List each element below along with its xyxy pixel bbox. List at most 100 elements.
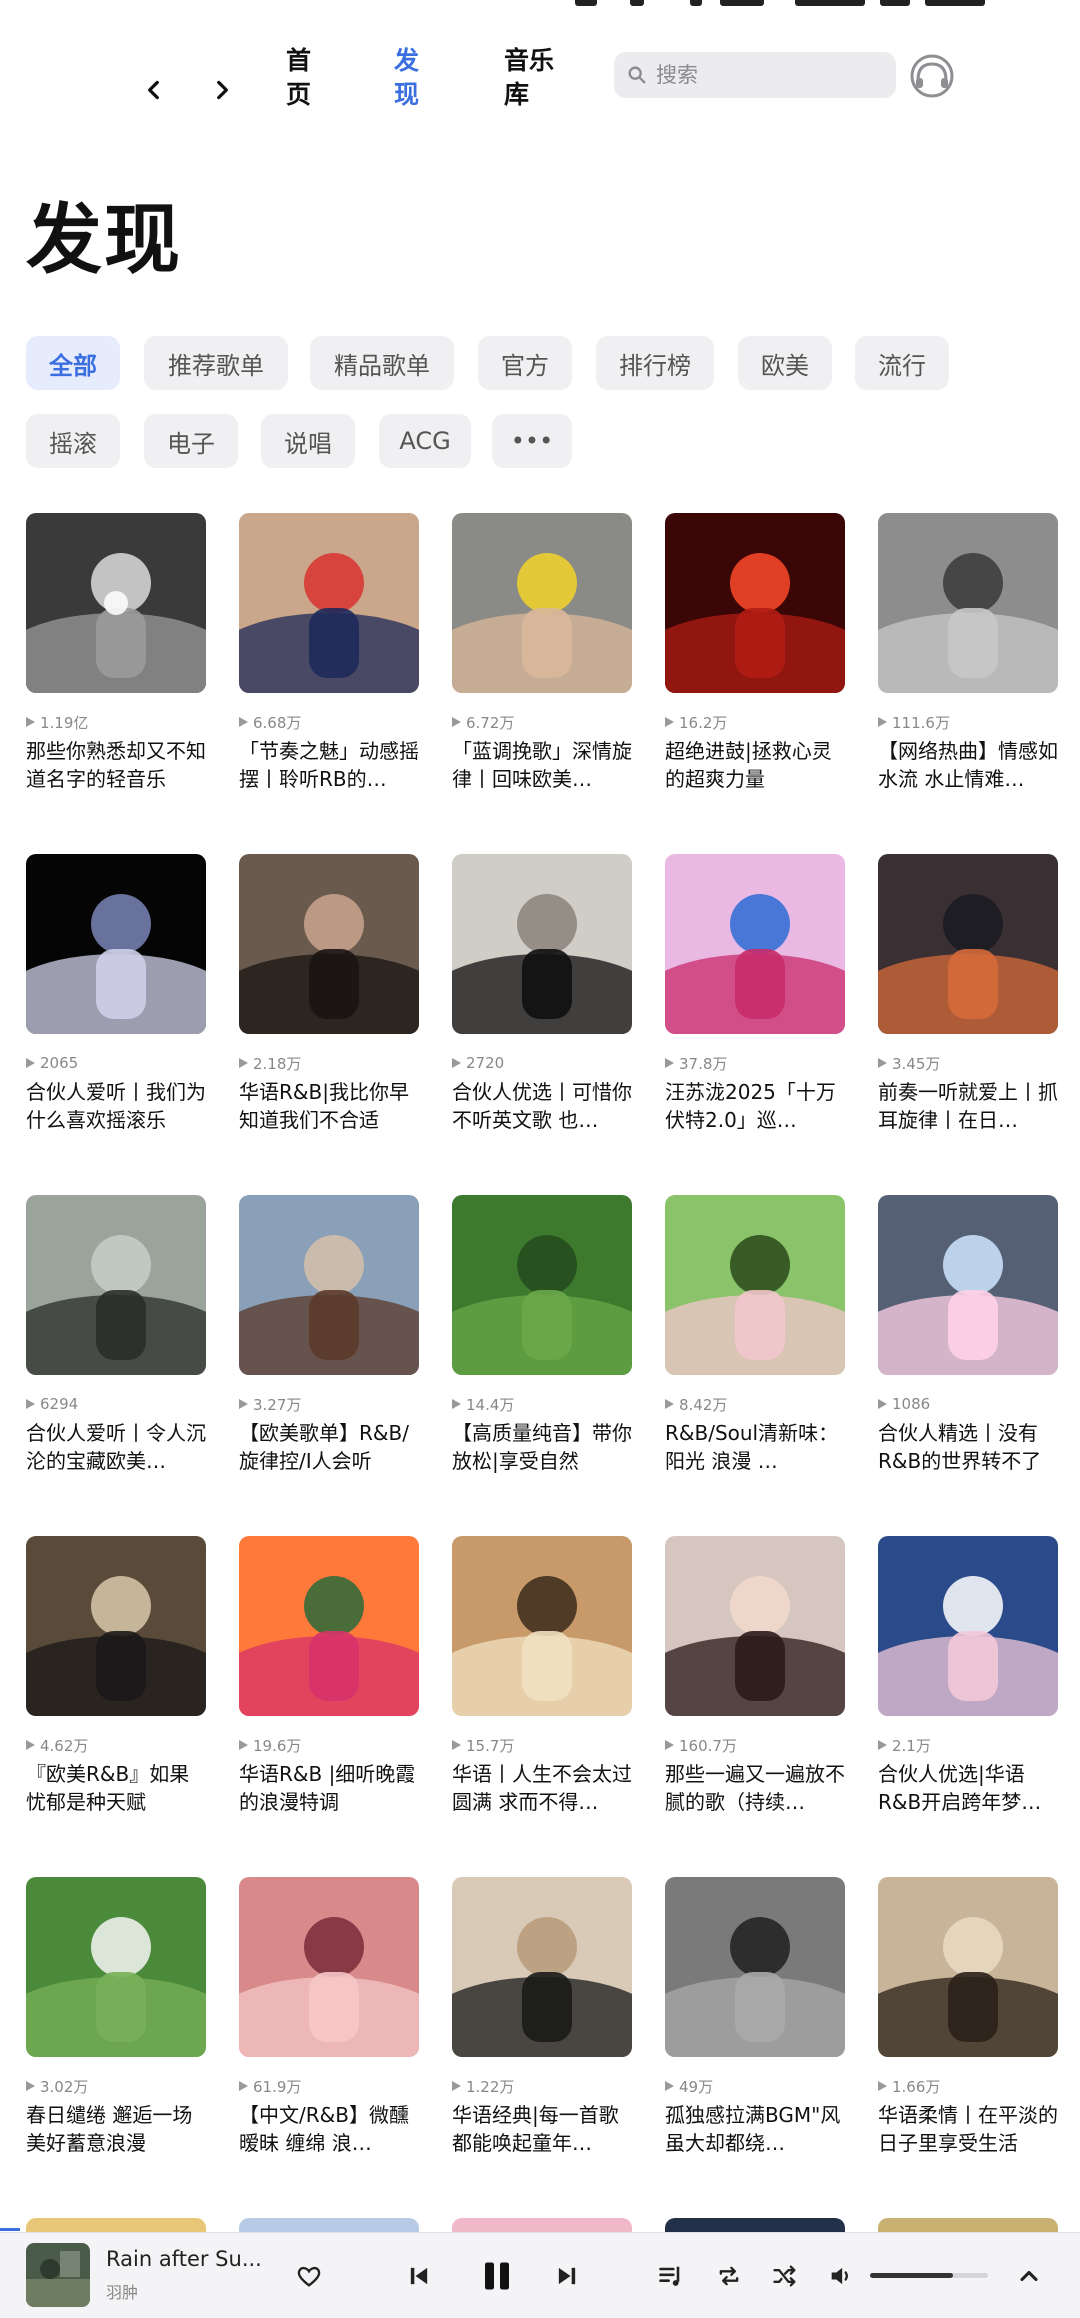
- playlist-card[interactable]: 3.02万 春日缱绻 邂逅一场美好蓄意浪漫: [26, 1877, 206, 2157]
- playlist-title[interactable]: 「蓝调挽歌」深情旋律丨回味欧美…: [452, 737, 632, 793]
- playlist-cover[interactable]: [26, 854, 206, 1034]
- playlist-cover[interactable]: [452, 854, 632, 1034]
- playlist-card[interactable]: 1.22万 华语经典|每一首歌都能唤起童年…: [452, 1877, 632, 2157]
- playlist-cover[interactable]: [878, 1195, 1058, 1375]
- playlist-cover[interactable]: [665, 1877, 845, 2057]
- expand-player-button[interactable]: [1010, 2257, 1048, 2295]
- playlist-cover[interactable]: [26, 1877, 206, 2057]
- filter-chip[interactable]: 官方: [478, 336, 572, 390]
- more-filters-button[interactable]: •••: [492, 414, 572, 468]
- next-button[interactable]: [548, 2257, 586, 2295]
- tab-home[interactable]: 首页: [286, 44, 326, 112]
- tab-discover[interactable]: 发现: [394, 44, 434, 112]
- playlist-cover[interactable]: [665, 513, 845, 693]
- playlist-cover[interactable]: [452, 1536, 632, 1716]
- now-playing-cover[interactable]: [26, 2243, 90, 2307]
- playlist-title[interactable]: 超绝进鼓|拯救心灵的超爽力量: [665, 737, 845, 793]
- playlist-card[interactable]: 160.7万 那些一遍又一遍放不腻的歌（持续…: [665, 1536, 845, 1816]
- playlist-cover[interactable]: [239, 854, 419, 1034]
- playlist-card[interactable]: 3.27万 【欧美歌单】R&B/旋律控/I人会听: [239, 1195, 419, 1475]
- avatar[interactable]: [910, 54, 954, 98]
- volume-slider[interactable]: [870, 2273, 988, 2278]
- filter-chip[interactable]: ACG: [379, 414, 471, 468]
- filter-chip[interactable]: 推荐歌单: [144, 336, 288, 390]
- playlist-title[interactable]: 那些一遍又一遍放不腻的歌（持续…: [665, 1760, 845, 1816]
- play-icon[interactable]: [104, 591, 128, 615]
- playlist-card[interactable]: 1.66万 华语柔情丨在平淡的日子里享受生活: [878, 1877, 1058, 2157]
- playlist-cover[interactable]: [26, 1195, 206, 1375]
- playlist-title[interactable]: R&B/Soul清新味：阳光 浪漫 …: [665, 1419, 845, 1475]
- playlist-cover[interactable]: [878, 1877, 1058, 2057]
- playlist-card[interactable]: 6294 合伙人爱听丨令人沉沦的宝藏欧美…: [26, 1195, 206, 1475]
- now-playing-title[interactable]: Rain after Su...: [106, 2247, 266, 2271]
- repeat-button[interactable]: [710, 2257, 748, 2295]
- playlist-title[interactable]: 汪苏泷2025「十万伏特2.0」巡…: [665, 1078, 845, 1134]
- filter-chip[interactable]: 精品歌单: [310, 336, 454, 390]
- playlist-card[interactable]: 4.62万 『欧美R&B』如果忧郁是种天赋: [26, 1536, 206, 1816]
- playlist-cover[interactable]: [239, 1195, 419, 1375]
- playlist-card[interactable]: 2065 合伙人爱听丨我们为什么喜欢摇滚乐: [26, 854, 206, 1134]
- playlist-title[interactable]: 前奏一听就爱上丨抓耳旋律丨在日…: [878, 1078, 1058, 1134]
- playlist-cover[interactable]: [452, 1877, 632, 2057]
- playlist-card[interactable]: 49万 孤独感拉满BGM"风虽大却都绕…: [665, 1877, 845, 2157]
- playlist-card[interactable]: 2720 合伙人优选丨可惜你不听英文歌 也…: [452, 854, 632, 1134]
- playlist-card[interactable]: 111.6万 【网络热曲】情感如水流 水止情难…: [878, 513, 1058, 793]
- playlist-cover[interactable]: [239, 1536, 419, 1716]
- tab-library[interactable]: 音乐库: [504, 44, 564, 112]
- playlist-title[interactable]: 合伙人优选|华语R&B开启跨年梦…: [878, 1760, 1058, 1816]
- like-button[interactable]: [290, 2257, 328, 2295]
- playlist-title[interactable]: 【高质量纯音】带你放松|享受自然: [452, 1419, 632, 1475]
- playlist-title[interactable]: 春日缱绻 邂逅一场美好蓄意浪漫: [26, 2101, 206, 2157]
- playlist-title[interactable]: 那些你熟悉却又不知道名字的轻音乐: [26, 737, 206, 793]
- playlist-card[interactable]: 2.18万 华语R&B|我比你早知道我们不合适: [239, 854, 419, 1134]
- playlist-cover[interactable]: [878, 513, 1058, 693]
- playlist-title[interactable]: 『欧美R&B』如果忧郁是种天赋: [26, 1760, 206, 1816]
- playlist-cover[interactable]: [26, 513, 206, 693]
- filter-chip[interactable]: 电子: [144, 414, 238, 468]
- playlist-cover[interactable]: [26, 1536, 206, 1716]
- playlist-card[interactable]: 1.19亿 那些你熟悉却又不知道名字的轻音乐: [26, 513, 206, 793]
- playlist-cover[interactable]: [239, 513, 419, 693]
- shuffle-button[interactable]: [766, 2257, 804, 2295]
- filter-chip[interactable]: 摇滚: [26, 414, 120, 468]
- now-playing-artist[interactable]: 羽肿: [106, 2279, 138, 2303]
- filter-chip[interactable]: 流行: [855, 336, 949, 390]
- playlist-title[interactable]: 华语R&B|我比你早知道我们不合适: [239, 1078, 419, 1134]
- playlist-title[interactable]: 【中文/R&B】微醺 暧昧 缠绵 浪…: [239, 2101, 419, 2157]
- playlist-card[interactable]: 19.6万 华语R&B |细听晚霞的浪漫特调: [239, 1536, 419, 1816]
- playlist-title[interactable]: 合伙人爱听丨令人沉沦的宝藏欧美…: [26, 1419, 206, 1475]
- filter-chip[interactable]: 说唱: [261, 414, 355, 468]
- playlist-card[interactable]: 15.7万 华语丨人生不会太过圆满 求而不得…: [452, 1536, 632, 1816]
- playlist-card[interactable]: 6.72万 「蓝调挽歌」深情旋律丨回味欧美…: [452, 513, 632, 793]
- playlist-cover[interactable]: [665, 854, 845, 1034]
- queue-button[interactable]: [652, 2257, 690, 2295]
- playlist-title[interactable]: 「节奏之魅」动感摇摆丨聆听RB的…: [239, 737, 419, 793]
- search-input[interactable]: [656, 63, 876, 87]
- playlist-cover[interactable]: [452, 1195, 632, 1375]
- playlist-title[interactable]: 【网络热曲】情感如水流 水止情难…: [878, 737, 1058, 793]
- playlist-cover[interactable]: [452, 513, 632, 693]
- playlist-title[interactable]: 合伙人精选丨没有R&B的世界转不了: [878, 1419, 1058, 1475]
- playlist-card[interactable]: 37.8万 汪苏泷2025「十万伏特2.0」巡…: [665, 854, 845, 1134]
- playlist-card[interactable]: 3.45万 前奏一听就爱上丨抓耳旋律丨在日…: [878, 854, 1058, 1134]
- playlist-title[interactable]: 合伙人爱听丨我们为什么喜欢摇滚乐: [26, 1078, 206, 1134]
- volume-button[interactable]: [822, 2257, 860, 2295]
- filter-chip[interactable]: 欧美: [738, 336, 832, 390]
- playlist-cover[interactable]: [665, 1536, 845, 1716]
- playlist-title[interactable]: 华语丨人生不会太过圆满 求而不得…: [452, 1760, 632, 1816]
- playlist-title[interactable]: 华语经典|每一首歌都能唤起童年…: [452, 2101, 632, 2157]
- playlist-card[interactable]: 14.4万 【高质量纯音】带你放松|享受自然: [452, 1195, 632, 1475]
- playlist-title[interactable]: 孤独感拉满BGM"风虽大却都绕…: [665, 2101, 845, 2157]
- playlist-card[interactable]: 8.42万 R&B/Soul清新味：阳光 浪漫 …: [665, 1195, 845, 1475]
- previous-button[interactable]: [400, 2257, 438, 2295]
- playlist-cover[interactable]: [878, 1536, 1058, 1716]
- playlist-card[interactable]: 16.2万 超绝进鼓|拯救心灵的超爽力量: [665, 513, 845, 793]
- playlist-title[interactable]: 华语R&B |细听晚霞的浪漫特调: [239, 1760, 419, 1816]
- playlist-title[interactable]: 【欧美歌单】R&B/旋律控/I人会听: [239, 1419, 419, 1475]
- playlist-card[interactable]: 6.68万 「节奏之魅」动感摇摆丨聆听RB的…: [239, 513, 419, 793]
- back-button[interactable]: [134, 70, 174, 110]
- forward-button[interactable]: [202, 70, 242, 110]
- playlist-cover[interactable]: [239, 1877, 419, 2057]
- playlist-cover[interactable]: [878, 854, 1058, 1034]
- playlist-card[interactable]: 61.9万 【中文/R&B】微醺 暧昧 缠绵 浪…: [239, 1877, 419, 2157]
